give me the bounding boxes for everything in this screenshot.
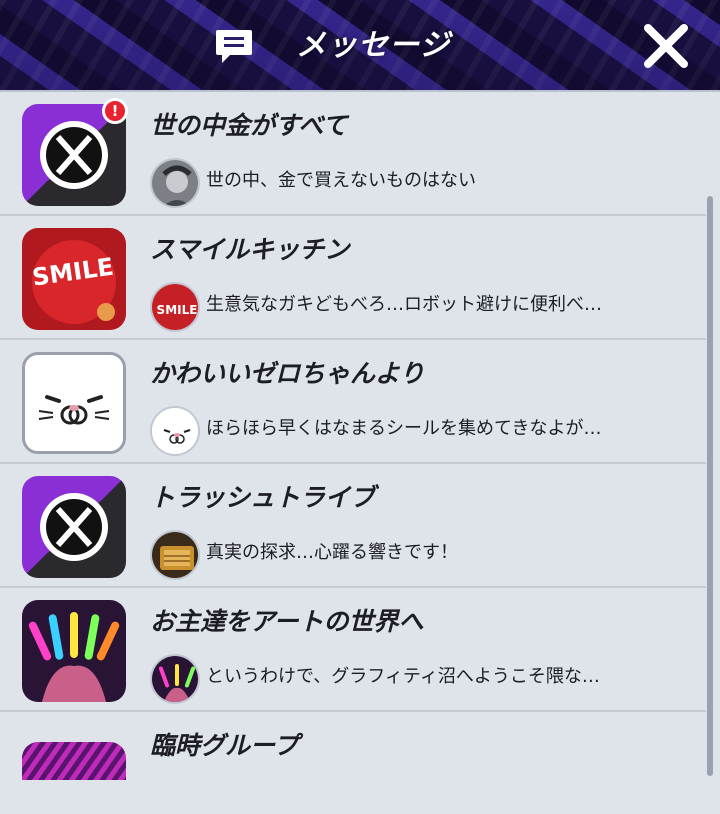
- smile-avatar-text: SMILE: [157, 303, 198, 317]
- thread-row[interactable]: お主達をアートの世界へ というわけで、グラフィティ沼へようこそ隈な…: [0, 588, 706, 712]
- glowsticks-icon: [22, 600, 126, 702]
- thread-title: お主達をアートの世界へ: [150, 607, 424, 636]
- message-list: ! 世の中金がすべて 世の中、金で買えないものはない SMILE スマイルキッチ…: [0, 92, 720, 814]
- gray-portrait-avatar: [150, 158, 200, 208]
- smile-logo: SMILE: [22, 228, 126, 330]
- message-icon: [216, 30, 252, 63]
- x-logo-icon: [22, 476, 126, 578]
- close-icon[interactable]: [640, 20, 692, 72]
- thread-preview: というわけで、グラフィティ沼へようこそ隈な…: [206, 666, 600, 687]
- thread-title: かわいいゼロちゃんより: [150, 359, 425, 388]
- smile-avatar: SMILE: [150, 282, 200, 332]
- thread-preview: ほらほら早くはなまるシールを集めてきなよが…: [206, 418, 602, 439]
- seal-face-icon: [22, 352, 126, 454]
- thread-title: スマイルキッチン: [150, 235, 350, 264]
- seal-avatar: [150, 406, 200, 456]
- striped-banner-icon: [22, 742, 126, 780]
- thread-preview: 真実の探求…心躍る響きです！: [206, 542, 458, 563]
- glowsticks-avatar: [150, 654, 200, 704]
- thread-row[interactable]: ! 世の中金がすべて 世の中、金で買えないものはない: [0, 92, 706, 216]
- thread-row[interactable]: かわいいゼロちゃんより ほらほら早くはなまるシールを集めてきなよが…: [0, 340, 706, 464]
- thread-title: 世の中金がすべて: [150, 111, 348, 140]
- thread-row[interactable]: SMILE スマイルキッチン SMILE 生意気なガキどもべろ…ロボット避けに便…: [0, 216, 706, 340]
- thread-title: トラッシュトライブ: [150, 483, 376, 512]
- header-bar: メッセージ: [0, 0, 720, 92]
- scrollbar[interactable]: [707, 196, 713, 776]
- book-avatar: [150, 530, 200, 580]
- thread-row[interactable]: トラッシュトライブ 真実の探求…心躍る響きです！: [0, 464, 706, 588]
- page-title: メッセージ: [296, 28, 451, 63]
- alert-badge: !: [102, 98, 128, 124]
- thread-preview: 生意気なガキどもべろ…ロボット避けに便利べ…: [206, 294, 602, 315]
- thread-preview: 世の中、金で買えないものはない: [206, 170, 476, 191]
- thread-row[interactable]: 臨時グループ: [0, 712, 706, 792]
- thread-title: 臨時グループ: [150, 731, 299, 760]
